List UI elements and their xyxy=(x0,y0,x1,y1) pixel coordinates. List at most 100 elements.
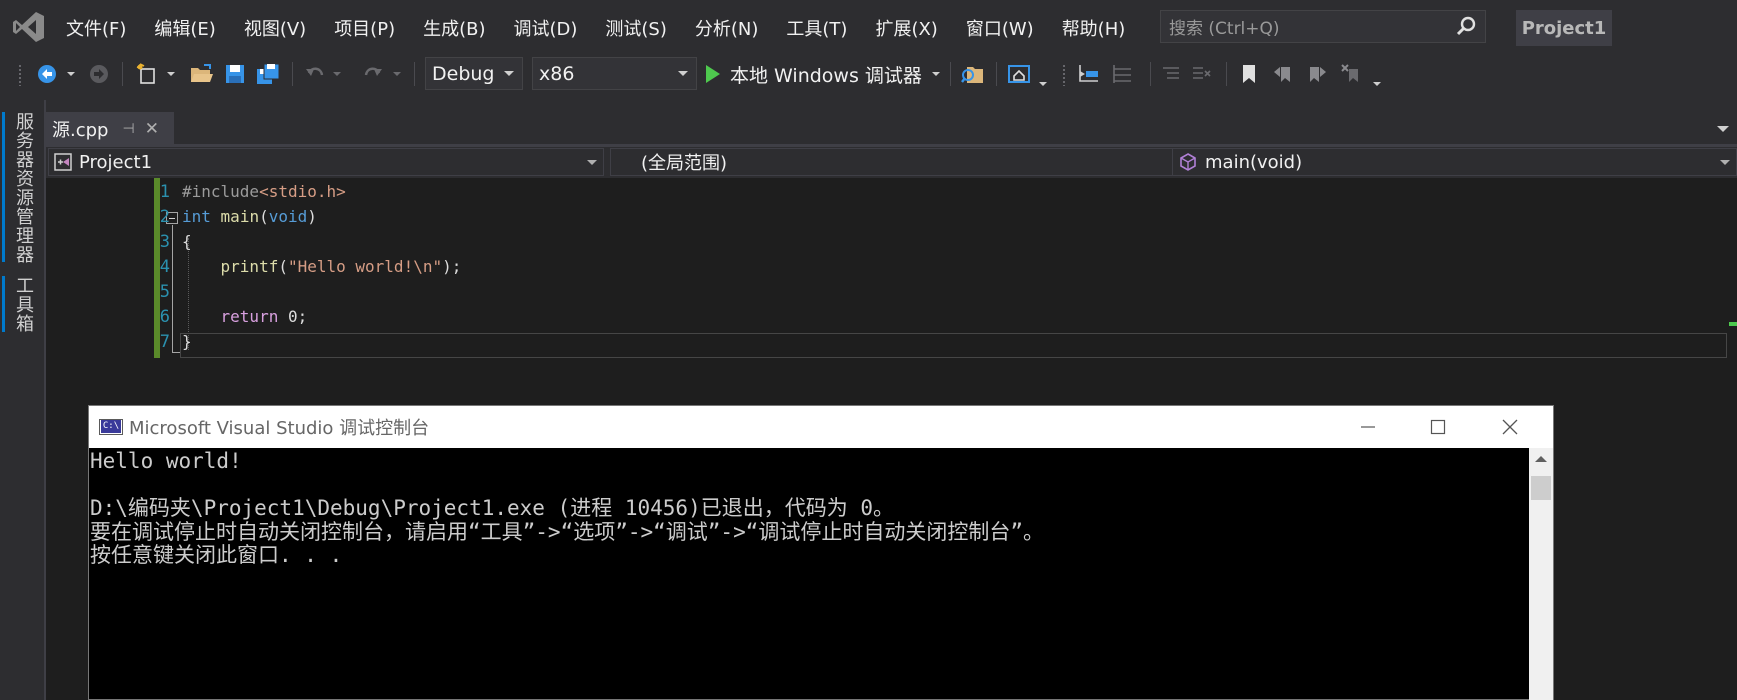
run-label: 本地 Windows 调试器 xyxy=(730,64,922,87)
code-line: 5 xyxy=(46,280,1737,305)
uncomment-icon[interactable] xyxy=(1188,56,1214,92)
member-nav-select[interactable]: main(void) xyxy=(1172,148,1737,176)
document-tab-bar: 源.cpp ⊣ ✕ xyxy=(46,112,1737,146)
project-icon xyxy=(54,153,72,171)
configuration-select[interactable]: Debug xyxy=(425,57,523,90)
menu-analyze[interactable]: 分析(N) xyxy=(681,15,773,41)
bookmark-icon[interactable] xyxy=(1236,56,1262,92)
toolbar-overflow-icon-2[interactable] xyxy=(1372,66,1382,102)
menu-build[interactable]: 生成(B) xyxy=(409,15,499,41)
console-scrollbar[interactable] xyxy=(1529,448,1553,700)
redo-icon[interactable] xyxy=(360,56,386,92)
next-bookmark-icon[interactable] xyxy=(1304,56,1330,92)
menu-tools[interactable]: 工具(T) xyxy=(772,15,861,41)
platform-select[interactable]: x86 xyxy=(532,57,697,90)
line-number: 5 xyxy=(159,282,170,302)
new-item-icon[interactable] xyxy=(134,56,160,92)
navigation-bar: Project1 (全局范围) main(void) xyxy=(46,147,1737,177)
search-input[interactable]: 搜索 (Ctrl+Q) xyxy=(1160,10,1486,43)
console-line: 要在调试停止时自动关闭控制台，请启用“工具”->“选项”->“调试”->“调试停… xyxy=(90,519,1044,544)
menu-extensions[interactable]: 扩展(X) xyxy=(861,15,951,41)
tab-marker xyxy=(2,112,5,262)
tab-marker xyxy=(2,276,5,332)
navigate-icon[interactable] xyxy=(1074,56,1104,92)
toolbox-tab[interactable]: 工具箱 xyxy=(10,276,36,333)
menu-test[interactable]: 测试(S) xyxy=(591,15,680,41)
back-dropdown-icon[interactable] xyxy=(64,56,78,92)
undo-dropdown-icon[interactable] xyxy=(330,56,344,92)
scroll-up-icon[interactable] xyxy=(1535,456,1547,462)
redo-dropdown-icon[interactable] xyxy=(390,56,404,92)
nav-scope-label: (全局范围) xyxy=(641,153,728,174)
outline-icon[interactable] xyxy=(1108,56,1138,92)
code-editor[interactable]: 1 #include<stdio.h> 2 int main(void) 3 {… xyxy=(46,178,1737,365)
menu-project[interactable]: 项目(P) xyxy=(320,15,409,41)
previous-bookmark-icon[interactable] xyxy=(1270,56,1296,92)
chevron-down-icon xyxy=(504,71,514,76)
clear-bookmarks-icon[interactable] xyxy=(1338,56,1364,92)
scope-nav-select[interactable]: (全局范围) xyxy=(610,148,1216,176)
menu-debug[interactable]: 调试(D) xyxy=(500,15,592,41)
start-debugging-button[interactable]: 本地 Windows 调试器 xyxy=(706,56,940,92)
close-icon[interactable] xyxy=(1475,406,1545,448)
close-icon[interactable]: ✕ xyxy=(145,119,159,139)
comment-icon[interactable] xyxy=(1158,56,1184,92)
run-dropdown-icon[interactable] xyxy=(931,72,940,76)
find-in-files-icon[interactable] xyxy=(958,56,988,92)
menu-view[interactable]: 视图(V) xyxy=(230,15,320,41)
menu-edit[interactable]: 编辑(E) xyxy=(140,15,229,41)
console-app-icon xyxy=(99,419,123,435)
menu-help[interactable]: 帮助(H) xyxy=(1048,15,1140,41)
code-text: { xyxy=(182,232,192,251)
line-number: 3 xyxy=(159,232,170,252)
tab-overflow-icon[interactable] xyxy=(1717,126,1729,132)
menu-window[interactable]: 窗口(W) xyxy=(952,15,1048,41)
toolbar-overflow-icon[interactable] xyxy=(1038,66,1048,102)
play-icon xyxy=(706,65,720,83)
tab-source-cpp[interactable]: 源.cpp ⊣ ✕ xyxy=(46,112,174,146)
configuration-value: Debug xyxy=(432,62,495,85)
scrollbar-marker xyxy=(1729,322,1737,326)
tab-label: 源.cpp xyxy=(52,120,109,141)
code-text: #include<stdio.h> xyxy=(182,182,346,201)
debug-console-window[interactable]: Microsoft Visual Studio 调试控制台 Hello worl… xyxy=(88,405,1554,700)
back-icon[interactable] xyxy=(34,56,60,92)
line-number: 4 xyxy=(159,257,170,277)
console-titlebar[interactable]: Microsoft Visual Studio 调试控制台 xyxy=(89,406,1553,448)
menu-items: 文件(F) 编辑(E) 视图(V) 项目(P) 生成(B) 调试(D) 测试(S… xyxy=(52,0,1139,56)
code-line: 1 #include<stdio.h> xyxy=(46,180,1737,205)
pin-icon[interactable]: ⊣ xyxy=(122,121,134,137)
platform-value: x86 xyxy=(539,62,575,85)
nav-member-label: main(void) xyxy=(1205,151,1303,173)
server-explorer-tab[interactable]: 服务器资源管理器 xyxy=(10,112,36,264)
visual-studio-window: 文件(F) 编辑(E) 视图(V) 项目(P) 生成(B) 调试(D) 测试(S… xyxy=(0,0,1737,700)
menu-file[interactable]: 文件(F) xyxy=(52,15,140,41)
undo-icon[interactable] xyxy=(302,56,328,92)
line-number: 1 xyxy=(159,182,170,202)
console-line: 按任意键关闭此窗口. . . xyxy=(90,543,343,567)
chevron-down-icon xyxy=(1720,160,1730,165)
open-folder-icon[interactable] xyxy=(188,56,216,92)
code-text: return 0; xyxy=(220,307,308,326)
search-icon[interactable] xyxy=(1453,14,1479,40)
forward-icon[interactable] xyxy=(86,56,112,92)
minimize-icon[interactable] xyxy=(1333,406,1403,448)
project-nav-select[interactable]: Project1 xyxy=(48,148,604,176)
nav-project-label: Project1 xyxy=(79,151,153,173)
toolbar-grip[interactable] xyxy=(18,64,22,86)
visual-studio-logo xyxy=(13,12,44,42)
line-number: 7 xyxy=(159,332,170,352)
console-line: D:\编码夹\Project1\Debug\Project1.exe (进程 1… xyxy=(90,496,895,520)
project-name-badge: Project1 xyxy=(1516,10,1612,46)
save-all-icon[interactable] xyxy=(254,56,282,92)
chevron-down-icon xyxy=(678,71,688,76)
solution-explorer-icon[interactable] xyxy=(1004,56,1034,92)
scroll-thumb[interactable] xyxy=(1531,476,1551,500)
save-icon[interactable] xyxy=(222,56,248,92)
code-line: 6 return 0; xyxy=(46,305,1737,330)
standard-toolbar: Debug x86 本地 Windows 调试器 xyxy=(0,56,1737,92)
maximize-icon[interactable] xyxy=(1403,406,1473,448)
new-item-dropdown-icon[interactable] xyxy=(164,56,178,92)
code-line: 2 int main(void) xyxy=(46,205,1737,230)
